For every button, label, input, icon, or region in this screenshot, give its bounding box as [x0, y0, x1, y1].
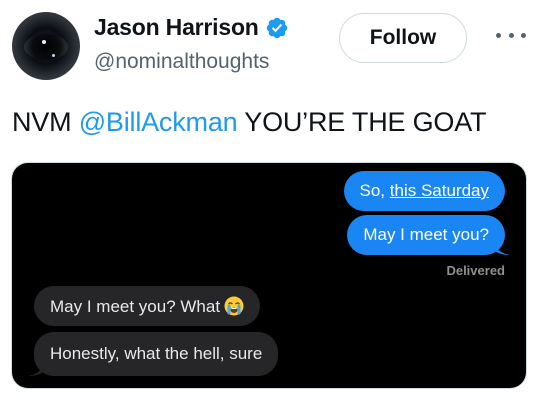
sent-message-bubble: May I meet you?	[347, 215, 505, 255]
author-handle[interactable]: @nominalthoughts	[94, 50, 269, 74]
date-link: this Saturday	[389, 181, 489, 200]
more-dots-icon[interactable]	[496, 25, 526, 45]
avatar-eye	[24, 34, 68, 60]
bubble-tail-icon	[494, 243, 510, 255]
bubble-tail-icon	[28, 363, 44, 376]
verified-badge-icon[interactable]	[265, 16, 289, 40]
crying-face-emoji-icon	[224, 296, 244, 316]
received-message-bubble: Honestly, what the hell, sure	[34, 332, 279, 376]
tweet-media-image[interactable]: So, this Saturday May I meet you? Delive…	[12, 163, 526, 388]
mention-link[interactable]: @BillAckman	[79, 107, 238, 137]
received-message-bubble: May I meet you? What	[34, 286, 261, 326]
tweet-text: NVM @BillAckman YOU’RE THE GOAT	[12, 107, 487, 137]
sent-message-bubble: So, this Saturday	[343, 171, 505, 211]
author-name-row: Jason Harrison	[94, 14, 289, 41]
avatar[interactable]	[12, 12, 80, 80]
display-name[interactable]: Jason Harrison	[94, 14, 259, 41]
follow-button[interactable]: Follow	[339, 13, 467, 63]
delivery-status: Delivered	[446, 263, 505, 278]
